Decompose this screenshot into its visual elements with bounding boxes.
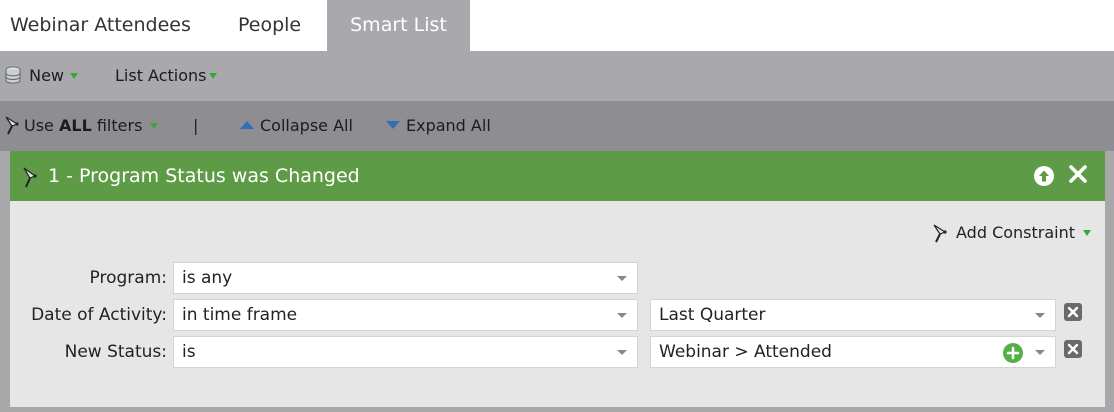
new-status-label: New Status: [64, 342, 167, 362]
program-operator-select[interactable]: is any [173, 262, 638, 294]
date-value-select[interactable]: Last Quarter [650, 299, 1056, 331]
chevron-down-icon [150, 122, 159, 129]
triangle-down-icon [386, 120, 400, 129]
funnel-icon [933, 224, 947, 243]
date-of-activity-label: Date of Activity: [31, 305, 167, 325]
tab-bar: Webinar Attendees People Smart List [0, 0, 1114, 51]
close-filter-button[interactable] [1068, 164, 1088, 189]
chevron-down-icon [70, 72, 78, 79]
tab-smart-list[interactable]: Smart List [327, 0, 470, 51]
status-operator-value: is [182, 342, 196, 362]
filter-panel: 1 - Program Status was Changed Add Const… [10, 151, 1105, 407]
add-status-value-button[interactable] [1003, 343, 1023, 363]
remove-date-constraint-button[interactable] [1064, 303, 1082, 321]
chevron-down-icon [617, 276, 627, 281]
close-icon [1069, 165, 1087, 183]
program-label: Program: [89, 268, 167, 288]
date-operator-select[interactable]: in time frame [173, 299, 638, 331]
collapse-all-button[interactable]: Collapse All [240, 101, 353, 151]
expand-all-label: Expand All [406, 116, 491, 135]
remove-status-constraint-button[interactable] [1064, 340, 1082, 358]
date-operator-value: in time frame [182, 305, 298, 325]
remove-icon [1067, 306, 1079, 318]
tab-webinar-attendees[interactable]: Webinar Attendees [0, 0, 201, 51]
chevron-down-icon [617, 350, 627, 355]
status-operator-select[interactable]: is [173, 336, 638, 368]
database-icon [5, 65, 21, 84]
new-button-label: New [29, 66, 64, 85]
expand-all-button[interactable]: Expand All [386, 101, 491, 151]
new-button[interactable]: New [5, 51, 78, 101]
remove-icon [1067, 343, 1079, 355]
status-value-select[interactable]: Webinar > Attended [650, 336, 1056, 368]
tab-people[interactable]: People [228, 0, 311, 51]
chevron-down-icon [1035, 313, 1045, 318]
chevron-down-icon [617, 313, 627, 318]
status-value: Webinar > Attended [659, 342, 832, 362]
chevron-down-icon [208, 72, 217, 79]
list-actions-label: List Actions [115, 66, 207, 85]
collapse-all-label: Collapse All [260, 116, 353, 135]
filter-logic-prefix: Use [24, 116, 59, 135]
list-actions-button[interactable]: List Actions [115, 51, 217, 101]
funnel-icon [5, 115, 19, 134]
move-up-button[interactable] [1034, 166, 1054, 186]
filter-header[interactable]: 1 - Program Status was Changed [10, 151, 1105, 201]
toolbar-separator: | [193, 116, 199, 135]
funnel-icon [23, 167, 37, 188]
filter-logic-dropdown[interactable]: Use ALL filters [4, 101, 159, 151]
chevron-down-icon [1035, 350, 1045, 355]
add-constraint-label: Add Constraint [956, 223, 1076, 242]
date-value: Last Quarter [659, 305, 766, 325]
chevron-down-icon [1083, 229, 1092, 236]
plus-circle-icon [1006, 346, 1020, 360]
filter-title: 1 - Program Status was Changed [48, 165, 360, 187]
filter-logic-suffix: filters [91, 116, 143, 135]
filter-toolbar: Use ALL filters | Collapse All Expand Al… [0, 101, 1114, 151]
add-constraint-button[interactable]: Add Constraint [932, 221, 1092, 245]
arrow-up-circle-icon [1039, 170, 1049, 182]
filter-logic-mode: ALL [58, 116, 92, 135]
program-operator-value: is any [182, 268, 233, 288]
triangle-up-icon [240, 120, 254, 129]
main-toolbar: New List Actions [0, 51, 1114, 101]
